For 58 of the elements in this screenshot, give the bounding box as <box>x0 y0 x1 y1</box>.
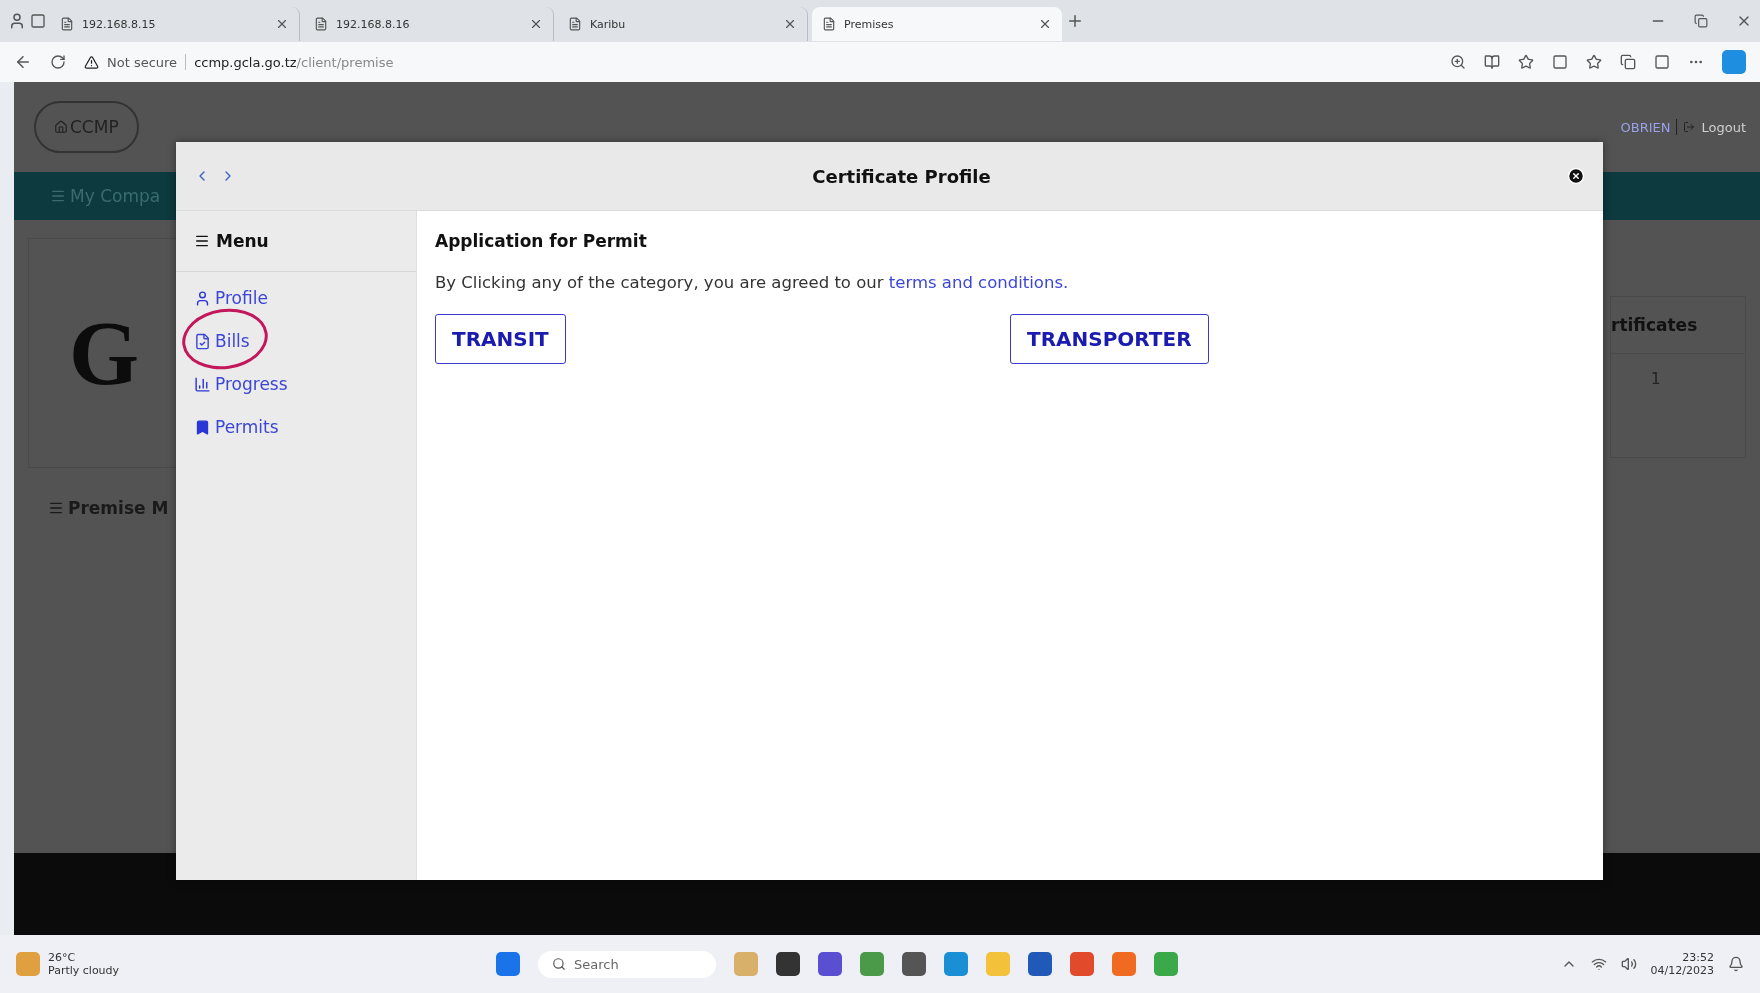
terms-text: By Clicking any of the category, you are agreed to our terms and conditions. <box>435 273 1070 292</box>
bell-icon[interactable] <box>1728 956 1744 972</box>
page-icon <box>314 17 328 31</box>
reload-icon[interactable] <box>50 54 66 70</box>
document-icon <box>194 332 211 350</box>
profile-icon[interactable] <box>8 12 26 30</box>
table-heading: rtificates <box>1611 297 1745 354</box>
weather-text: Partly cloudy <box>48 964 120 977</box>
terms-link[interactable]: terms and conditions. <box>888 273 1069 292</box>
app-icon[interactable] <box>902 952 926 976</box>
menu-icon <box>48 500 64 516</box>
menu-link[interactable]: Progress <box>194 372 288 396</box>
modal-title: Certificate Profile <box>811 165 992 187</box>
back-icon[interactable] <box>14 53 32 71</box>
app-icon[interactable] <box>1028 952 1052 976</box>
clock-time[interactable]: 23:52 <box>1682 951 1714 964</box>
category-button[interactable]: TRANSPORTER <box>1010 314 1209 364</box>
wifi-icon[interactable] <box>1590 956 1607 972</box>
logo-text: G <box>69 302 139 405</box>
warning-icon <box>84 54 99 70</box>
menu-icon <box>194 233 210 249</box>
app-icon[interactable] <box>776 952 800 976</box>
star-icon[interactable] <box>1518 54 1534 70</box>
zoom-icon[interactable] <box>1450 54 1466 70</box>
temperature-text: 26°C <box>48 951 77 964</box>
url-text[interactable]: ccmp.gcla.go.tz/client/premise <box>194 54 394 70</box>
page-icon <box>60 17 74 31</box>
category-button[interactable]: TRANSIT <box>435 314 566 364</box>
logout-link[interactable]: Logout <box>1701 119 1746 135</box>
new-tab-icon[interactable] <box>1066 12 1084 30</box>
menu-link[interactable]: Permits <box>194 415 279 439</box>
home-icon <box>54 120 68 134</box>
close-icon[interactable] <box>1567 167 1585 185</box>
restore-icon[interactable] <box>1694 14 1708 28</box>
search-icon <box>552 957 566 971</box>
close-icon[interactable] <box>1038 17 1052 31</box>
app-icon[interactable] <box>818 952 842 976</box>
page-icon <box>822 17 836 31</box>
browser-tab[interactable]: Karibu <box>558 7 808 41</box>
bookmark-icon <box>194 418 211 436</box>
menu-title: Menu <box>216 231 269 251</box>
content-heading: Application for Permit <box>435 231 648 251</box>
clock-date[interactable]: 04/12/2023 <box>1650 964 1714 977</box>
taskbar-search[interactable]: Search <box>538 950 716 978</box>
logout-icon <box>1683 121 1696 133</box>
menu-link[interactable]: Bills <box>194 329 250 353</box>
section-title: Premise M <box>68 498 169 518</box>
browser-tab[interactable]: 192.168.8.15 <box>50 7 300 41</box>
favorites-icon[interactable] <box>1586 54 1602 70</box>
browser-tab[interactable]: Premises <box>812 7 1062 41</box>
menu-icon <box>50 188 66 204</box>
volume-icon[interactable] <box>1620 956 1637 972</box>
browser-tab[interactable]: 192.168.8.16 <box>304 7 554 41</box>
collections-icon[interactable] <box>1620 54 1636 70</box>
security-label: Not secure <box>107 54 178 70</box>
bars-icon <box>194 375 211 393</box>
menu-link[interactable]: Profile <box>194 286 268 310</box>
page-icon <box>568 17 582 31</box>
